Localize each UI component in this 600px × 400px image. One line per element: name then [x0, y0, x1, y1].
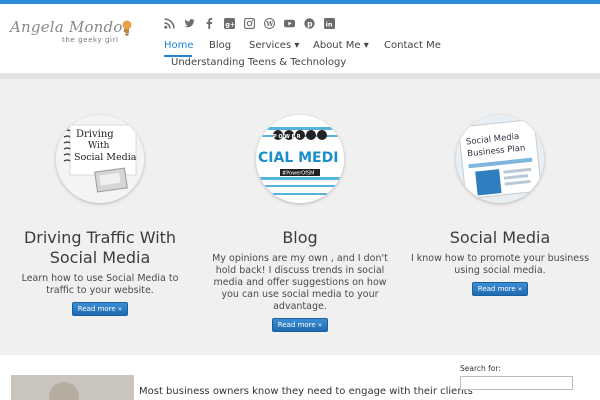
social-icons: g+ W p in — [164, 18, 335, 29]
svg-text:CIAL MEDI: CIAL MEDI — [258, 150, 338, 166]
content-section: Most business owners know they need to e… — [0, 355, 600, 400]
author-photo-figure — [49, 382, 79, 400]
svg-text:W: W — [265, 20, 274, 28]
linkedin-icon[interactable]: in — [324, 18, 335, 29]
nav-home[interactable]: Home — [164, 40, 194, 51]
nav-about-me[interactable]: About Me ▾ — [313, 40, 369, 51]
wordpress-icon[interactable]: W — [264, 18, 275, 29]
feature-title: Blog — [282, 228, 318, 247]
svg-text:g+: g+ — [225, 20, 235, 28]
header-divider — [0, 73, 600, 79]
author-photo — [11, 375, 134, 400]
nav-contact-me[interactable]: Contact Me — [384, 40, 441, 51]
intro-paragraph: Most business owners know they need to e… — [139, 386, 473, 397]
svg-text:Driving: Driving — [76, 129, 114, 140]
feature-section: Driving With Social Media Driving Traffi… — [0, 100, 600, 340]
search-input[interactable] — [460, 376, 573, 390]
svg-text:With: With — [88, 141, 110, 151]
feature-description: I know how to promote your business usin… — [410, 253, 590, 276]
logo-tagline: the geeky girl — [62, 36, 119, 44]
feature-title: Social Media — [449, 228, 551, 247]
svg-text:#PowerOfSM: #PowerOfSM — [282, 171, 315, 177]
rss-icon[interactable] — [164, 18, 175, 29]
twitter-icon[interactable] — [184, 18, 195, 29]
youtube-icon[interactable] — [284, 18, 295, 29]
feature-image-driving[interactable]: Driving With Social Media — [56, 115, 144, 203]
nav-blog[interactable]: Blog — [209, 40, 231, 51]
feature-image-business-plan[interactable]: Social Media Business Plan — [456, 115, 544, 203]
lightbulb-icon — [122, 20, 132, 36]
read-more-button[interactable]: Read more » — [72, 302, 128, 316]
facebook-icon[interactable] — [204, 18, 215, 29]
pinterest-icon[interactable]: p — [304, 18, 315, 29]
instagram-icon[interactable] — [244, 18, 255, 29]
svg-text:Social Media: Social Media — [74, 152, 137, 163]
feature-description: My opinions are my own , and I don't hol… — [212, 253, 388, 312]
read-more-button[interactable]: Read more » — [472, 282, 528, 296]
svg-text:in: in — [326, 21, 333, 29]
feature-description: Learn how to use Social Media to traffic… — [21, 273, 179, 296]
site-header: Angela Mondor the geeky girl g+ W p in H… — [0, 4, 600, 73]
svg-text:p: p — [307, 19, 313, 28]
read-more-button[interactable]: Read more » — [272, 318, 328, 332]
feature-image-blog[interactable]: P O W E R CIAL MEDI #PowerOfSM — [256, 115, 344, 203]
feature-title: Driving Traffic With — [23, 228, 177, 247]
logo-name: Angela Mondor — [10, 18, 130, 36]
svg-text:P O W E R: P O W E R — [273, 134, 301, 140]
search-label: Search for: — [460, 364, 501, 373]
feature-title-line2: Social Media — [49, 248, 151, 267]
nav-services[interactable]: Services ▾ — [249, 40, 299, 51]
site-logo[interactable]: Angela Mondor the geeky girl — [10, 18, 132, 48]
nav-understanding-teens[interactable]: Understanding Teens & Technology — [171, 57, 346, 68]
google-plus-icon[interactable]: g+ — [224, 18, 235, 29]
